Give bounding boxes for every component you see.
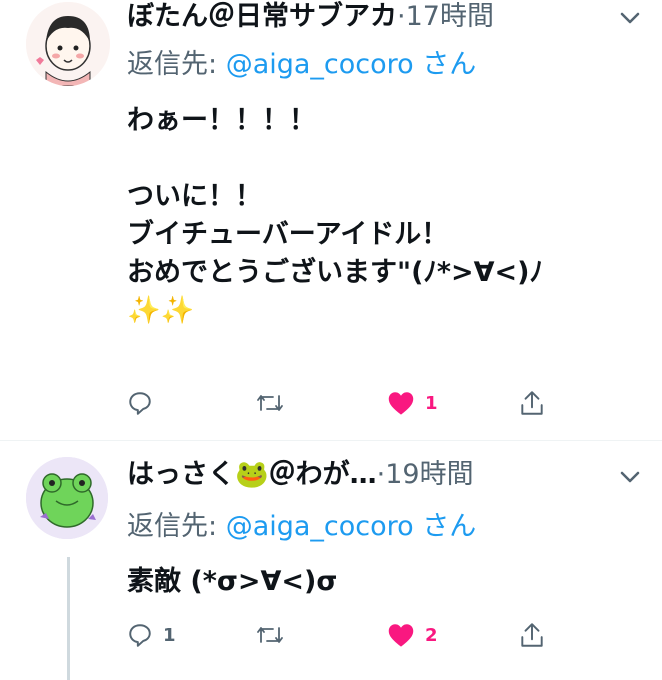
like-count: 2 [425, 624, 438, 646]
author-name[interactable]: はっさく🐸＠わが… [127, 459, 377, 490]
reply-button[interactable]: 1 [127, 618, 176, 652]
share-button[interactable] [519, 618, 545, 652]
retweet-button[interactable] [255, 386, 295, 420]
retweet-icon [257, 395, 283, 411]
tweet-actions: 1 [127, 386, 627, 420]
avatar-illustration [26, 2, 110, 86]
separator-dot: · [376, 459, 386, 490]
avatar[interactable] [26, 2, 110, 86]
reply-to: 返信先: @aiga_cocoro さん [127, 48, 476, 82]
reply-suffix: さん [422, 511, 477, 542]
thread-connector-line [67, 557, 70, 680]
heart-icon [388, 624, 414, 647]
tweet[interactable]: ぼたん＠日常サブアカ·17時間 返信先: @aiga_cocoro さん わぁー… [0, 0, 662, 440]
timestamp[interactable]: 17時間 [406, 1, 494, 32]
reply-prefix: 返信先: [127, 49, 218, 80]
tweet-text: わぁー！！！！ ついに！！ ブイチューバーアイドル！ おめでとうございます"(ﾉ… [127, 105, 544, 326]
tweet-menu-button[interactable] [616, 4, 644, 32]
share-button[interactable] [519, 386, 545, 420]
reply-icon [129, 392, 151, 415]
tweet[interactable]: はっさく🐸＠わが…·19時間 返信先: @aiga_cocoro さん 素敵 (… [0, 441, 662, 680]
reply-icon [129, 624, 151, 647]
like-button[interactable]: 1 [387, 386, 438, 420]
reply-button[interactable] [127, 386, 163, 420]
reply-handle[interactable]: @aiga_cocoro [226, 49, 414, 80]
separator-dot: · [397, 1, 406, 32]
heart-icon [388, 392, 414, 415]
tweet-header: ぼたん＠日常サブアカ·17時間 [127, 0, 494, 34]
chevron-down-icon [620, 12, 640, 24]
tweet-menu-button[interactable] [616, 463, 644, 491]
retweet-button[interactable] [255, 618, 295, 652]
share-icon [521, 623, 543, 647]
reply-count: 1 [163, 624, 176, 646]
tweet-actions: 1 2 [127, 618, 627, 652]
chevron-down-icon [620, 471, 640, 483]
reply-to: 返信先: @aiga_cocoro さん [127, 510, 476, 544]
reply-handle[interactable]: @aiga_cocoro [226, 511, 414, 542]
tweet-header: はっさく🐸＠わが…·19時間 [127, 458, 474, 492]
reply-suffix: さん [422, 49, 477, 80]
retweet-icon [257, 627, 283, 643]
author-name[interactable]: ぼたん＠日常サブアカ [127, 1, 397, 32]
share-icon [521, 391, 543, 415]
like-count: 1 [425, 392, 438, 414]
tweet-text: 素敵 (*σ>∀<)σ [127, 566, 338, 597]
avatar-illustration [26, 457, 108, 539]
like-button[interactable]: 2 [387, 618, 438, 652]
reply-prefix: 返信先: [127, 511, 218, 542]
timestamp[interactable]: 19時間 [385, 459, 473, 490]
avatar[interactable] [26, 457, 108, 539]
